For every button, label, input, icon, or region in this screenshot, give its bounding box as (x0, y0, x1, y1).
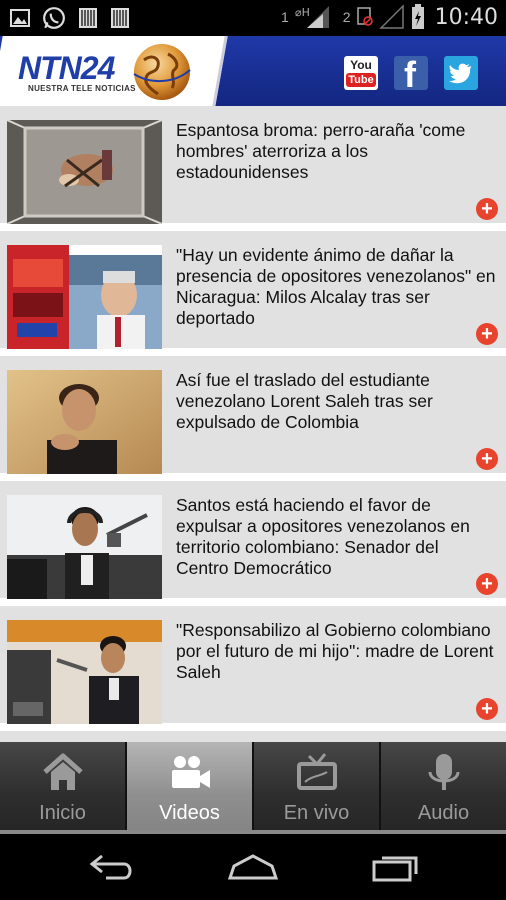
tab-label: Audio (417, 802, 470, 824)
tv-icon (296, 753, 337, 790)
news-item[interactable]: "Responsabilizo al Gobierno colombiano p… (0, 606, 506, 724)
status-bar: 1 ⌀H 2 10:40 (0, 0, 506, 36)
radio-booth-thumbnail[interactable] (7, 620, 162, 724)
signal-h-icon: ⌀H (295, 6, 329, 28)
news-item[interactable]: "Hay un evidente ánimo de dañar la prese… (0, 231, 506, 349)
student-portrait-thumbnail[interactable] (7, 370, 162, 474)
news-item[interactable]: Santos está haciendo el favor de expulsa… (0, 481, 506, 599)
home-nav-icon[interactable] (226, 852, 280, 882)
barcode-icon (111, 8, 129, 28)
expand-plus-button[interactable]: + (476, 448, 498, 470)
news-headline[interactable]: Espantosa broma: perro-araña 'come hombr… (176, 120, 496, 183)
bottom-tab-bar: Inicio Videos En vivo Audio (0, 742, 506, 832)
recent-apps-icon[interactable] (370, 852, 420, 882)
tab-label: Videos (159, 802, 220, 824)
logo-subtitle: NUESTRA TELE NOTICIAS (28, 84, 136, 93)
battery-icon (411, 4, 424, 29)
tab-en-vivo[interactable]: En vivo (254, 742, 381, 830)
tab-label: Inicio (39, 802, 86, 824)
tab-videos[interactable]: Videos (127, 742, 254, 830)
youtube-label-top: You (350, 58, 372, 72)
expand-plus-button[interactable]: + (476, 698, 498, 720)
news-item[interactable]: Espantosa broma: perro-araña 'come hombr… (0, 106, 506, 224)
news-headline[interactable]: "Hay un evidente ánimo de dañar la prese… (176, 245, 496, 329)
tab-label: En vivo (283, 802, 350, 824)
twitter-bird-icon (449, 63, 471, 84)
back-icon[interactable] (88, 852, 136, 880)
expand-plus-button[interactable]: + (476, 323, 498, 345)
android-nav-bar (0, 834, 506, 900)
image-notification-icon (10, 9, 30, 27)
globe-icon (133, 44, 191, 100)
microphone-icon (428, 754, 459, 790)
home-icon (42, 753, 83, 790)
video-camera-icon (171, 756, 210, 788)
news-headline[interactable]: "Responsabilizo al Gobierno colombiano p… (176, 620, 496, 683)
facebook-icon: f (404, 54, 416, 95)
interview-broadcast-thumbnail[interactable] (7, 245, 162, 349)
radio-studio-thumbnail[interactable] (7, 495, 162, 599)
news-item[interactable]: Así fue el traslado del estudiante venez… (0, 356, 506, 474)
app-header: NTN24 NUESTRA TELE NOTICIAS You Tube f (0, 36, 506, 106)
expand-plus-button[interactable]: + (476, 198, 498, 220)
youtube-button[interactable]: You Tube (344, 56, 378, 90)
whatsapp-icon (43, 7, 65, 29)
sim2-label: 2 (342, 9, 351, 25)
sim1-label: 1 (281, 9, 289, 25)
signal-empty-icon (378, 4, 404, 29)
clock: 10:40 (434, 4, 498, 30)
tab-inicio[interactable]: Inicio (0, 742, 127, 830)
ntn24-logo[interactable]: NTN24 NUESTRA TELE NOTICIAS (0, 36, 215, 106)
expand-plus-button[interactable]: + (476, 573, 498, 595)
elevator-prank-thumbnail[interactable] (7, 120, 162, 224)
news-item[interactable] (0, 731, 506, 742)
sim-blocked-icon (356, 7, 373, 26)
twitter-button[interactable] (444, 56, 478, 90)
facebook-button[interactable]: f (394, 54, 428, 95)
logo-title: NTN24 (18, 50, 115, 86)
news-headline[interactable]: Así fue el traslado del estudiante venez… (176, 370, 496, 433)
tab-audio[interactable]: Audio (381, 742, 506, 830)
youtube-label-bottom: Tube (346, 73, 376, 87)
news-headline[interactable]: Santos está haciendo el favor de expulsa… (176, 495, 496, 579)
barcode-icon (79, 8, 97, 28)
news-list[interactable]: Espantosa broma: perro-araña 'come hombr… (0, 106, 506, 742)
svg-text:⌀H: ⌀H (295, 6, 310, 19)
